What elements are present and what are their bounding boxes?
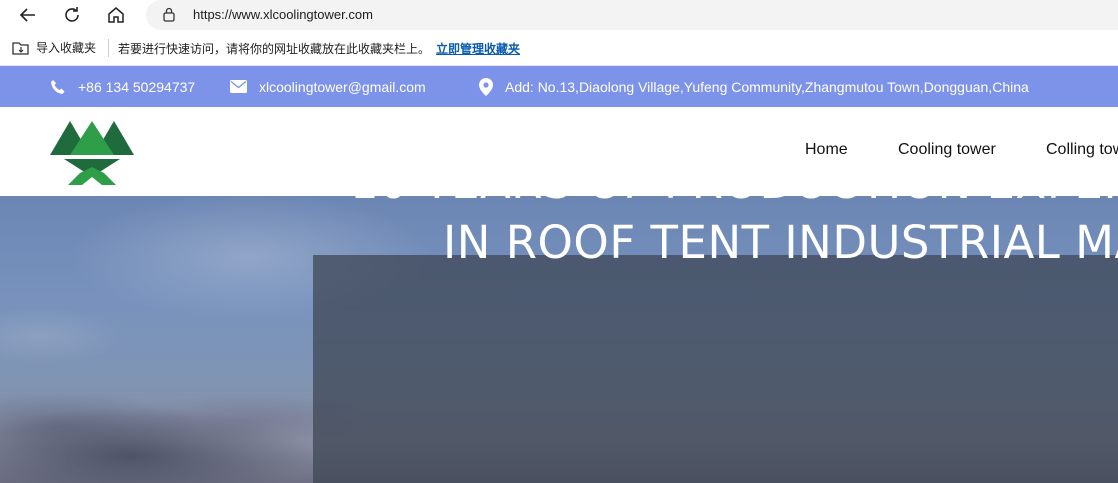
- import-favorites-label: 导入收藏夹: [36, 41, 97, 55]
- envelope-icon: [230, 80, 247, 93]
- back-button[interactable]: [15, 2, 41, 28]
- url-text: https://www.xlcoolingtower.com: [193, 7, 373, 22]
- address-contact: Add: No.13,Diaolong Village,Yufeng Commu…: [479, 66, 1029, 107]
- phone-text: +86 134 50294737: [78, 78, 196, 95]
- phone-contact[interactable]: +86 134 50294737: [50, 66, 195, 107]
- phone-icon: [51, 79, 65, 94]
- url-field[interactable]: https://www.xlcoolingtower.com: [146, 0, 1118, 30]
- hero-headline-line-2: IN ROOF TENT INDUSTRIAL MA: [443, 216, 1118, 269]
- refresh-button[interactable]: [59, 2, 85, 28]
- map-marker-icon: [479, 77, 493, 96]
- favorites-bar: 导入收藏夹 若要进行快速访问，请将你的网址收藏放在此收藏夹栏上。 立即管理收藏夹: [0, 30, 1118, 66]
- refresh-icon: [65, 7, 79, 22]
- browser-address-bar: https://www.xlcoolingtower.com: [0, 0, 1118, 30]
- contact-bar: +86 134 50294737 xlcoolingtower@gmail.co…: [0, 66, 1118, 107]
- email-contact[interactable]: xlcoolingtower@gmail.com: [230, 66, 426, 107]
- back-arrow-icon: [19, 8, 35, 22]
- favorites-hint: 若要进行快速访问，请将你的网址收藏放在此收藏夹栏上。: [118, 42, 431, 56]
- email-text: xlcoolingtower@gmail.com: [259, 78, 426, 95]
- hero-overlay-panel: [313, 255, 1118, 483]
- manage-favorites-link[interactable]: 立即管理收藏夹: [436, 40, 520, 57]
- home-button[interactable]: [103, 2, 129, 28]
- hero-headline-line-1: 10 YEARS OF PRODUCTION EXPERI: [350, 156, 1118, 209]
- address-text: Add: No.13,Diaolong Village,Yufeng Commu…: [505, 78, 1029, 95]
- import-favorites-icon: [12, 41, 29, 55]
- divider: [108, 39, 109, 57]
- home-icon: [108, 7, 124, 23]
- import-favorites-button[interactable]: 导入收藏夹: [12, 39, 96, 56]
- lock-icon: [162, 6, 176, 27]
